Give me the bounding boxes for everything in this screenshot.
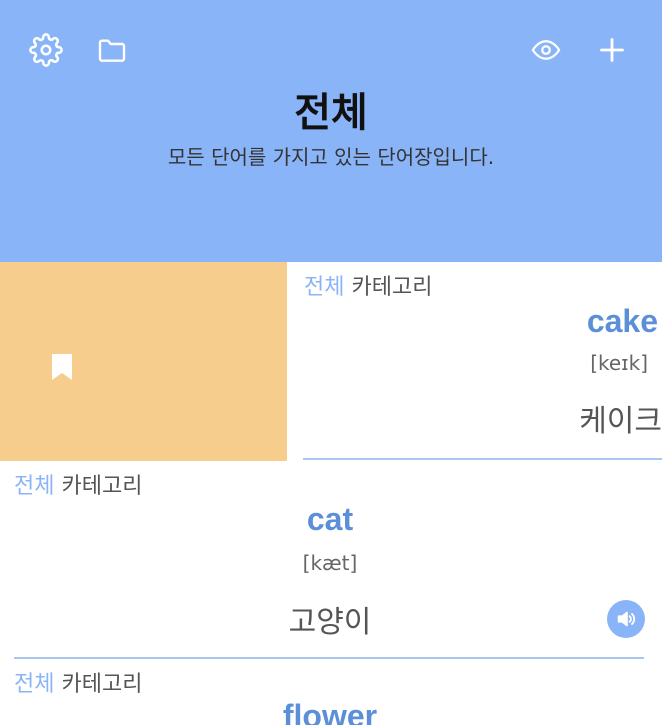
plus-icon [600,38,624,62]
card-word: cat [306,501,354,537]
gear-icon [29,33,63,67]
folder-icon [98,39,126,62]
card-word: flower [282,698,378,725]
card-pronunciation: [kæt] [302,551,358,575]
folder-button[interactable] [92,30,132,70]
card-divider [14,657,644,659]
header: 전체 모든 단어를 가지고 있는 단어장입니다. [0,0,662,262]
visibility-button[interactable] [526,30,566,70]
bookmark-swipe-action[interactable] [0,262,287,461]
speaker-icon [617,611,636,627]
pronunciation-play-button[interactable] [607,600,645,638]
card-pronunciation: [keɪk] [590,351,648,375]
card-category: 전체 카테고리 [14,672,143,697]
page-title: 전체 [294,90,368,136]
eye-icon [531,40,561,60]
card-meaning: 케이크 [579,404,662,439]
card-word: cake [586,303,658,339]
page-subtitle: 모든 단어를 가지고 있는 단어장입니다. [167,145,495,169]
word-card[interactable]: 전체 카테고리 cat [kæt] 고양이 [0,461,662,660]
add-button[interactable] [592,30,632,70]
card-meaning: 고양이 [288,605,372,640]
card-category: 전체 카테고리 [14,474,143,499]
card-divider [303,458,662,460]
bookmark-icon[interactable] [50,352,74,382]
card-category: 전체 카테고리 [304,275,433,300]
settings-button[interactable] [26,30,66,70]
word-card[interactable]: 전체 카테고리 flower [0,660,662,725]
word-card[interactable]: 전체 카테고리 cake [keɪk] 케이크 [287,262,662,461]
